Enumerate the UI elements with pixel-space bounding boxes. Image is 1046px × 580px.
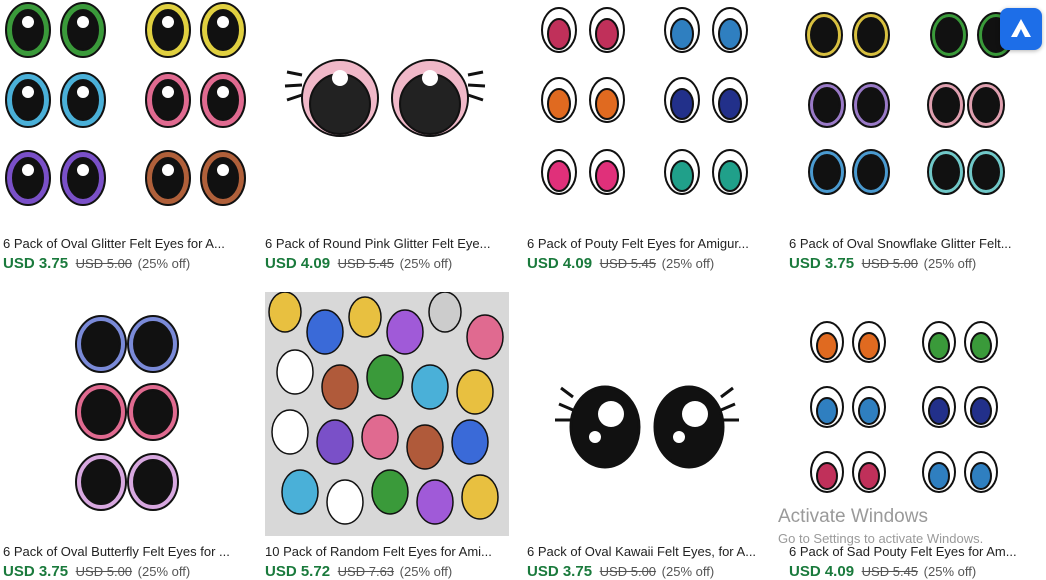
original-price: USD 5.00 — [599, 564, 657, 579]
original-price: USD 7.63 — [337, 564, 395, 579]
product-image[interactable] — [527, 292, 773, 522]
discount-label: (25% off) — [137, 256, 191, 271]
original-price: USD 5.00 — [75, 256, 133, 271]
price-row: USD 4.09 USD 5.45 (25% off) — [265, 255, 525, 272]
discount-label: (25% off) — [923, 256, 977, 271]
sale-price: USD 3.75 — [789, 255, 855, 272]
price-row: USD 5.72 USD 7.63 (25% off) — [265, 563, 525, 580]
discount-label: (25% off) — [399, 256, 453, 271]
product-image[interactable] — [265, 292, 509, 536]
product-image[interactable] — [527, 0, 773, 230]
product-title[interactable]: 6 Pack of Oval Glitter Felt Eyes for A..… — [3, 236, 249, 251]
product-title[interactable]: 10 Pack of Random Felt Eyes for Ami... — [265, 544, 511, 559]
product-image[interactable] — [789, 0, 1035, 230]
triangle-a-logo-icon — [1011, 19, 1031, 37]
original-price: USD 5.45 — [599, 256, 657, 271]
product-title[interactable]: 6 Pack of Pouty Felt Eyes for Amigur... — [527, 236, 773, 251]
original-price: USD 5.00 — [75, 564, 133, 579]
sale-price: USD 3.75 — [3, 563, 69, 580]
price-row: USD 3.75 USD 5.00 (25% off) — [3, 255, 263, 272]
sale-price: USD 3.75 — [3, 255, 69, 272]
price-row: USD 3.75 USD 5.00 (25% off) — [789, 255, 1046, 272]
discount-label: (25% off) — [661, 564, 715, 579]
price-row: USD 3.75 USD 5.00 (25% off) — [527, 563, 787, 580]
activate-windows-subtitle: Go to Settings to activate Windows. — [778, 531, 984, 546]
product-title[interactable]: 6 Pack of Round Pink Glitter Felt Eye... — [265, 236, 511, 251]
price-row: USD 4.09 USD 5.45 (25% off) — [527, 255, 787, 272]
product-image[interactable] — [3, 0, 249, 230]
original-price: USD 5.45 — [861, 564, 919, 579]
product-image[interactable] — [3, 292, 249, 522]
discount-label: (25% off) — [137, 564, 191, 579]
activate-windows-title: Activate Windows — [778, 506, 928, 527]
price-row: USD 4.09 USD 5.45 (25% off) — [789, 563, 1046, 580]
discount-label: (25% off) — [661, 256, 715, 271]
product-image[interactable] — [789, 292, 1035, 522]
sale-price: USD 3.75 — [527, 563, 593, 580]
sale-price: USD 4.09 — [789, 563, 855, 580]
product-image[interactable] — [265, 0, 511, 230]
discount-label: (25% off) — [923, 564, 977, 579]
discount-label: (25% off) — [399, 564, 453, 579]
product-title[interactable]: 6 Pack of Oval Kawaii Felt Eyes, for A..… — [527, 544, 773, 559]
sale-price: USD 5.72 — [265, 563, 331, 580]
app-badge-button[interactable] — [1000, 8, 1042, 50]
original-price: USD 5.45 — [337, 256, 395, 271]
sale-price: USD 4.09 — [265, 255, 331, 272]
product-title[interactable]: 6 Pack of Sad Pouty Felt Eyes for Am... — [789, 544, 1035, 559]
price-row: USD 3.75 USD 5.00 (25% off) — [3, 563, 263, 580]
sale-price: USD 4.09 — [527, 255, 593, 272]
product-title[interactable]: 6 Pack of Oval Snowflake Glitter Felt... — [789, 236, 1035, 251]
product-title[interactable]: 6 Pack of Oval Butterfly Felt Eyes for .… — [3, 544, 249, 559]
original-price: USD 5.00 — [861, 256, 919, 271]
